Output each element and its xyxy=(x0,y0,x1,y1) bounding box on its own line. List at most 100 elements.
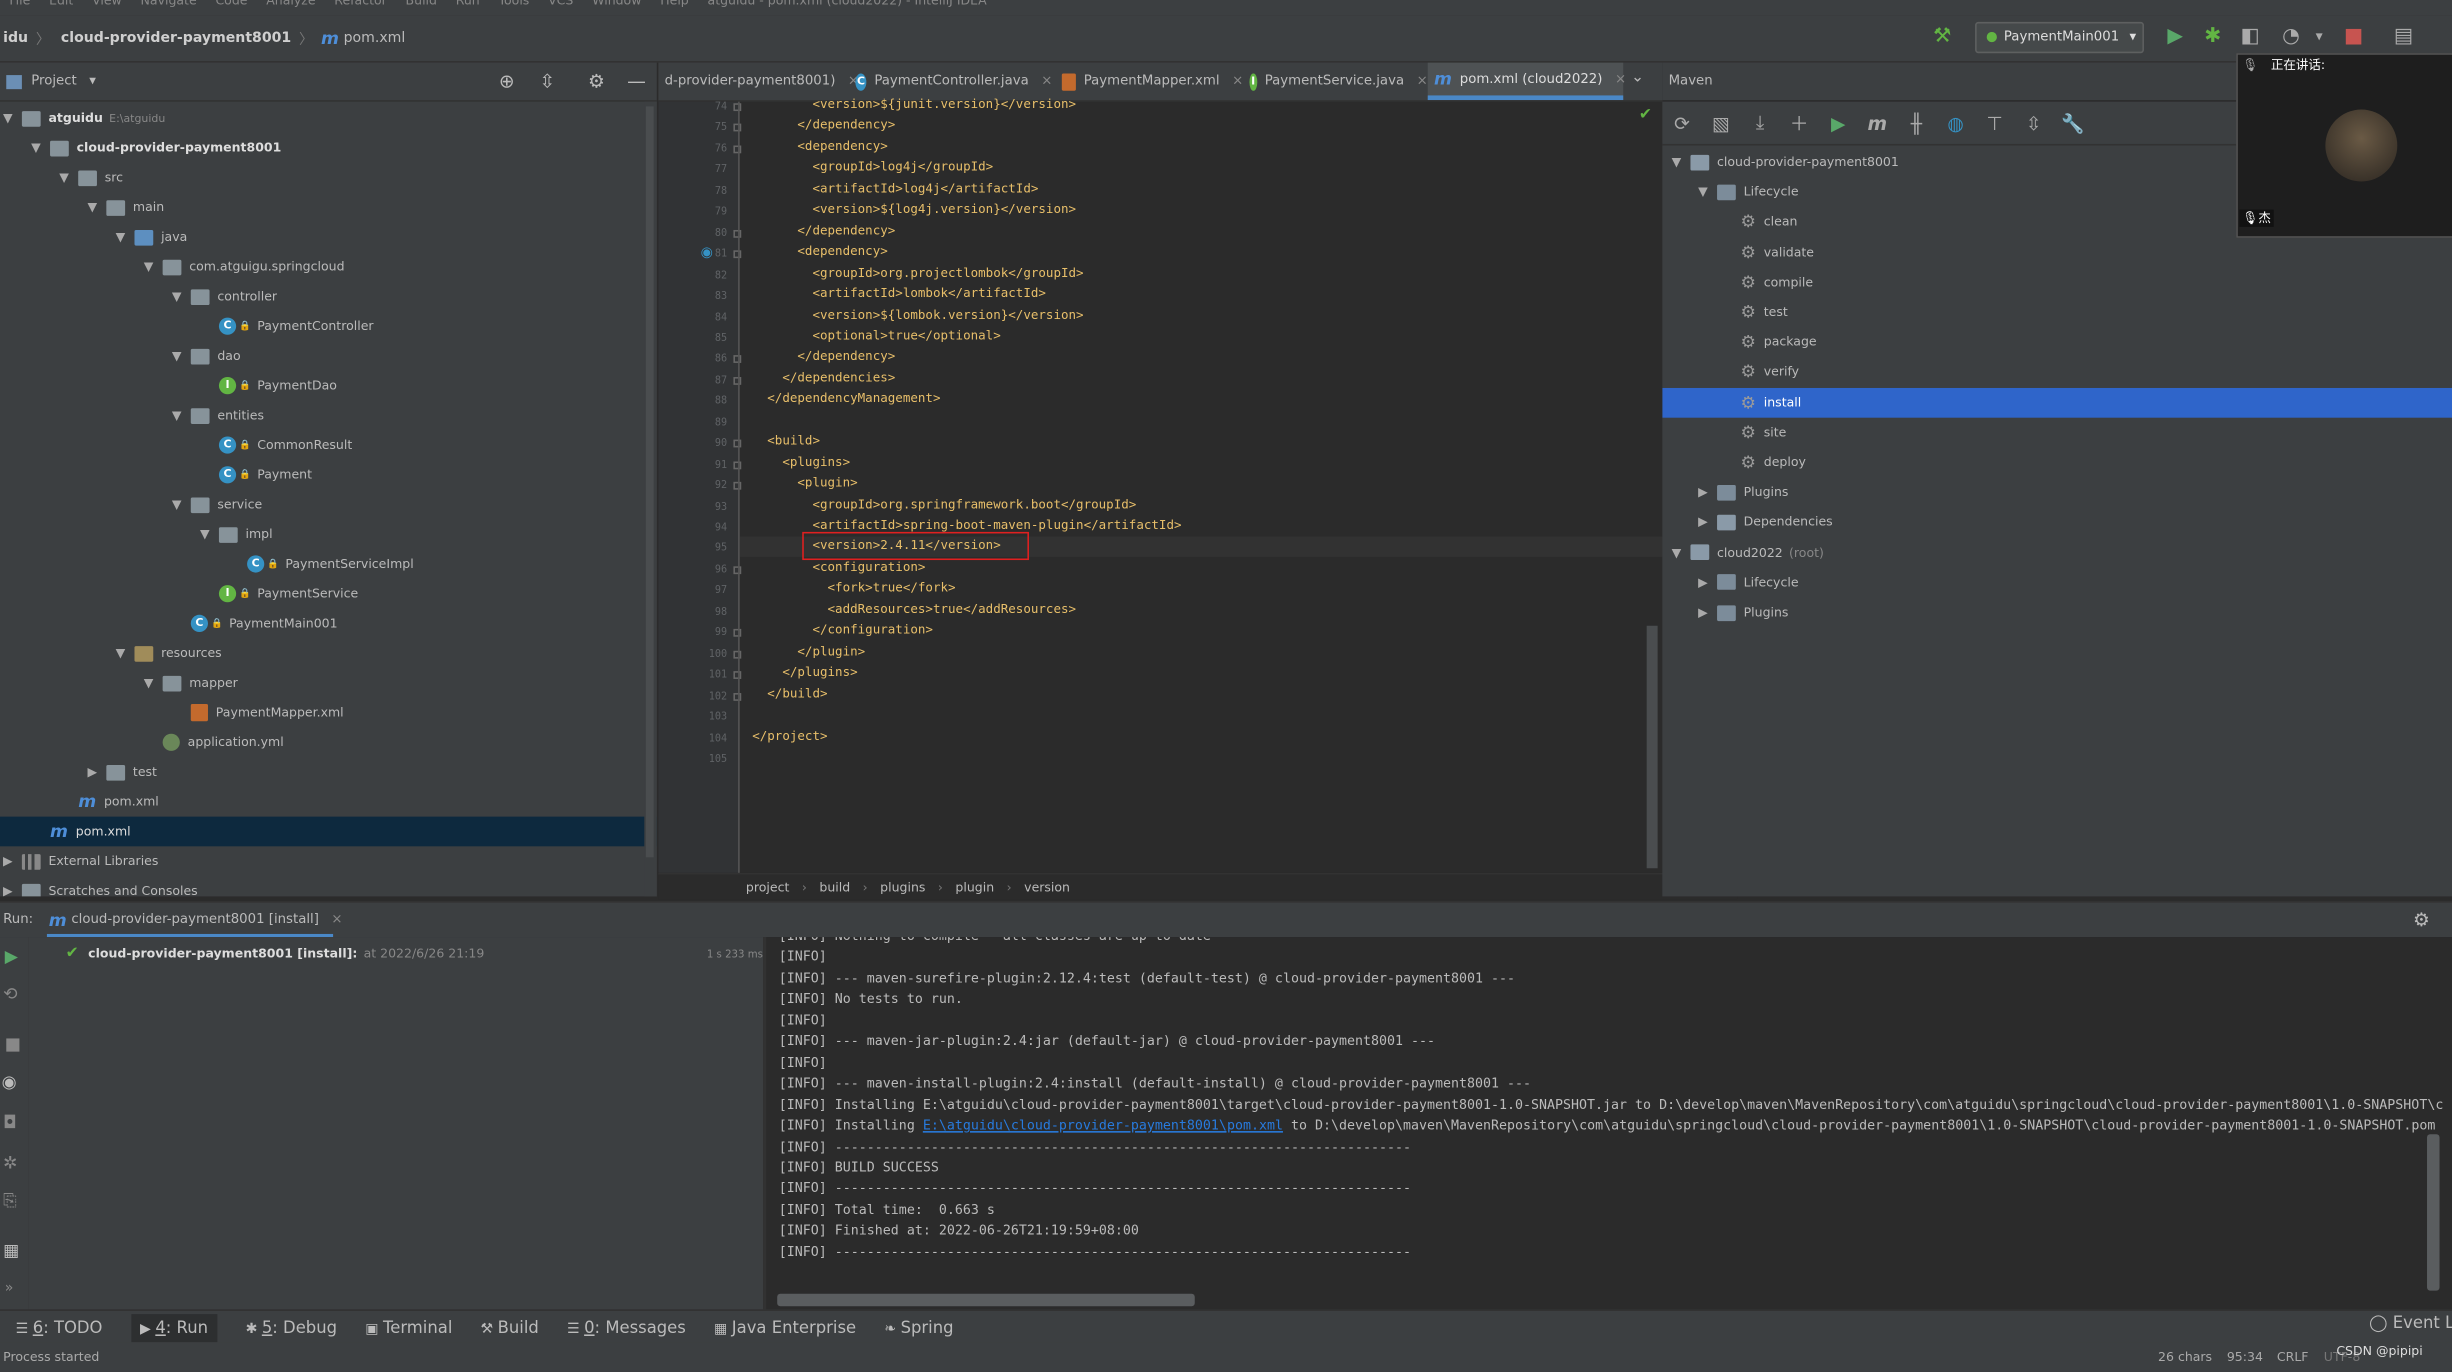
expanded-arrow-icon[interactable]: ▼ xyxy=(169,408,185,422)
maven-tree-item[interactable]: ⚙ install xyxy=(1662,387,2452,418)
editor-breadcrumb[interactable]: plugin xyxy=(955,880,994,894)
tree-item[interactable]: m pom.xml xyxy=(0,787,657,817)
profile-icon[interactable]: ◔ xyxy=(2277,22,2305,53)
maven-tree-item[interactable]: ⚙ site xyxy=(1662,417,2452,447)
gutter-marker-icon[interactable]: ◉ xyxy=(701,246,713,262)
run-icon[interactable]: ▶ xyxy=(2161,22,2189,53)
collapsed-arrow-icon[interactable]: ▶ xyxy=(84,765,100,779)
console-output[interactable]: [INFO] Nothing to compile - all classes … xyxy=(766,937,2452,1310)
menu-item[interactable]: Navigate xyxy=(141,0,197,8)
project-panel-title[interactable]: Project xyxy=(31,74,76,90)
tree-item[interactable]: ▼ entities xyxy=(0,400,657,430)
maven-tree-item[interactable]: ⚙ verify xyxy=(1662,357,2452,387)
expanded-arrow-icon[interactable]: ▼ xyxy=(169,349,185,363)
run-tab-label[interactable]: cloud-provider-payment8001 [install] xyxy=(71,912,319,928)
tree-item[interactable]: ▼ atguidu E:\atguidu xyxy=(0,103,657,133)
tool-window-button[interactable]: ☰ 6: TODO xyxy=(16,1318,103,1337)
wrench-icon[interactable]: 🔧 xyxy=(2053,112,2092,134)
maven-tree-item[interactable]: ⚙ package xyxy=(1662,327,2452,357)
project-scrollbar-thumb[interactable] xyxy=(645,106,654,858)
tabs-overflow-icon[interactable]: ⌄ xyxy=(1631,69,1644,86)
tree-item[interactable]: C 🔒 Payment xyxy=(0,460,657,490)
build-hammer-icon[interactable]: ⚒ xyxy=(1928,22,1956,53)
close-icon[interactable]: × xyxy=(1615,71,1626,87)
expanded-arrow-icon[interactable]: ▼ xyxy=(113,646,129,660)
eye-icon[interactable]: ◉ xyxy=(2,1072,17,1092)
collapsed-arrow-icon[interactable]: ▶ xyxy=(0,854,16,868)
expanded-arrow-icon[interactable]: ▼ xyxy=(1669,155,1685,169)
settings-icon[interactable]: ✲ xyxy=(3,1153,17,1173)
close-icon[interactable]: × xyxy=(1232,74,1243,90)
collapsed-arrow-icon[interactable]: ▶ xyxy=(0,884,16,897)
profile-dropdown-icon[interactable]: ▾ xyxy=(2305,22,2333,53)
caret-position[interactable]: 95:34 xyxy=(2227,1350,2263,1364)
tree-item[interactable]: I 🔒 PaymentService xyxy=(0,579,657,609)
generate-sources-icon[interactable]: ▧ xyxy=(1701,112,1740,134)
tool-window-button[interactable]: ❧ Spring xyxy=(884,1318,953,1337)
editor-breadcrumb[interactable]: project xyxy=(746,880,789,894)
console-vertical-scrollbar[interactable] xyxy=(2427,1134,2440,1291)
gear-icon[interactable]: ⚙ xyxy=(588,70,605,92)
menu-item[interactable]: Build xyxy=(406,0,437,8)
camera-icon[interactable]: ◘ xyxy=(3,1112,17,1132)
expanded-arrow-icon[interactable]: ▼ xyxy=(0,111,16,125)
breadcrumb-root[interactable]: idu xyxy=(3,31,28,47)
tree-item[interactable]: ▼ service xyxy=(0,490,657,520)
menu-item[interactable]: Edit xyxy=(49,0,73,8)
maven-tree-item[interactable]: ⚙ compile xyxy=(1662,267,2452,297)
menu-item[interactable]: Run xyxy=(456,0,480,8)
toggle-offline-icon[interactable]: ╫ xyxy=(1897,112,1936,134)
stop-icon[interactable]: ■ xyxy=(2339,22,2367,53)
tree-item[interactable]: ▼ com.atguigu.springcloud xyxy=(0,252,657,282)
tree-item[interactable]: m pom.xml xyxy=(0,816,657,847)
breadcrumb-module[interactable]: cloud-provider-payment8001 xyxy=(61,31,291,47)
menu-item[interactable]: Code xyxy=(215,0,247,8)
run-icon[interactable]: ▶ xyxy=(1819,112,1858,134)
tool-window-button[interactable]: ✱ 5: Debug xyxy=(246,1318,337,1337)
expanded-arrow-icon[interactable]: ▼ xyxy=(28,141,44,155)
menu-item[interactable]: File xyxy=(9,0,30,8)
project-structure-icon[interactable]: ▤ xyxy=(2389,22,2417,53)
tree-item[interactable]: application.yml xyxy=(0,727,657,757)
skip-tests-icon[interactable]: ◍ xyxy=(1936,112,1975,134)
editor-tab[interactable]: d-provider-payment8001) × xyxy=(658,63,859,101)
line-separator[interactable]: CRLF xyxy=(2277,1350,2309,1364)
execute-goal-icon[interactable]: m xyxy=(1858,112,1897,134)
breadcrumb-file[interactable]: pom.xml xyxy=(344,31,406,47)
editor-tab[interactable]: C PaymentController.java × xyxy=(849,63,1052,101)
maven-tree-item[interactable]: ⚙ deploy xyxy=(1662,447,2452,477)
tree-item[interactable]: ▼ dao xyxy=(0,341,657,371)
add-icon[interactable]: ＋ xyxy=(1780,110,1819,137)
tree-item[interactable]: C 🔒 PaymentMain001 xyxy=(0,609,657,639)
close-icon[interactable]: × xyxy=(1417,74,1428,90)
tree-item[interactable]: ▼ controller xyxy=(0,282,657,312)
menu-item[interactable]: VCS xyxy=(548,0,573,8)
menu-item[interactable]: View xyxy=(92,0,122,8)
expanded-arrow-icon[interactable]: ▼ xyxy=(1695,185,1711,199)
layout-icon[interactable]: ▦ xyxy=(3,1241,19,1261)
download-icon[interactable]: ⤓ xyxy=(1741,111,1780,134)
close-icon[interactable]: × xyxy=(331,912,342,928)
code-text-layer[interactable]: <version>${junit.version}</version> </de… xyxy=(658,97,1662,873)
maven-tree-item[interactable]: ▶ Dependencies xyxy=(1662,507,2452,537)
collapse-all-icon[interactable]: ⇳ xyxy=(540,70,556,92)
show-dependencies-icon[interactable]: ⊤ xyxy=(1975,112,2014,134)
expanded-arrow-icon[interactable]: ▼ xyxy=(169,497,185,511)
run-configuration-select[interactable]: ● PaymentMain001 ▾ xyxy=(1975,21,2144,54)
tree-item[interactable]: C 🔒 PaymentController xyxy=(0,311,657,341)
more-icon[interactable]: » xyxy=(5,1281,14,1297)
reload-icon[interactable]: ⟳ xyxy=(1662,112,1701,134)
event-log-button[interactable]: ◯ Event L xyxy=(2369,1314,2452,1333)
tree-item[interactable]: ▼ cloud-provider-payment8001 xyxy=(0,133,657,163)
tool-window-button[interactable]: ▣ Terminal xyxy=(365,1318,452,1337)
maven-tree-item[interactable]: ▶ Lifecycle xyxy=(1662,568,2452,598)
tool-window-button[interactable]: ⚒ Build xyxy=(481,1318,539,1337)
expanded-arrow-icon[interactable]: ▼ xyxy=(113,230,129,244)
hide-icon[interactable]: — xyxy=(627,70,646,92)
expanded-arrow-icon[interactable]: ▼ xyxy=(84,200,100,214)
coverage-icon[interactable]: ◧ xyxy=(2236,22,2264,53)
menu-item[interactable]: Help xyxy=(660,0,689,8)
tool-window-button[interactable]: ☰ 0: Messages xyxy=(567,1318,686,1337)
collapsed-arrow-icon[interactable]: ▶ xyxy=(1695,605,1711,619)
tree-item[interactable]: ▼ java xyxy=(0,222,657,252)
